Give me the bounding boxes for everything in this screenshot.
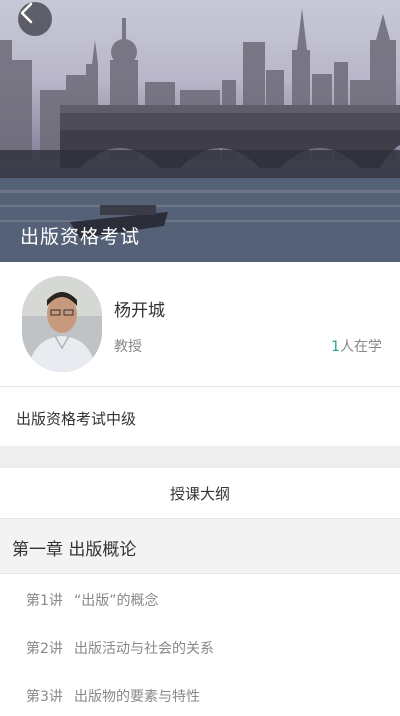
lecture-number: 第1讲: [26, 593, 63, 609]
back-button[interactable]: [18, 2, 52, 36]
teacher-title: 教授: [114, 339, 142, 355]
learner-count-label: 人在学: [340, 339, 382, 355]
lecture-title: 出版活动与社会的关系: [74, 641, 214, 657]
syllabus-heading: 授课大纲: [0, 468, 400, 519]
chapter-title: 第一章 出版概论: [12, 540, 137, 560]
lecture-item[interactable]: 第2讲 出版活动与社会的关系: [0, 628, 400, 668]
lecture-number: 第3讲: [26, 689, 63, 705]
teacher-card[interactable]: 杨开城 教授 1人在学: [0, 262, 400, 387]
course-name: 出版资格考试中级: [16, 410, 137, 428]
learner-count-number: 1: [331, 339, 340, 355]
chapter-header[interactable]: 第一章 出版概论: [0, 519, 400, 574]
learner-count: 1人在学: [331, 336, 382, 356]
page-title: 出版资格考试: [20, 226, 141, 248]
chevron-left-icon: [20, 2, 33, 24]
lecture-item[interactable]: 第1讲 “出版”的概念: [0, 580, 400, 620]
teacher-avatar: [22, 276, 102, 372]
course-banner: 出版资格考试: [0, 0, 400, 262]
section-divider: [0, 446, 400, 468]
lecture-item[interactable]: 第3讲 出版物的要素与特性: [0, 676, 400, 716]
lecture-title: “出版”的概念: [74, 593, 159, 609]
lecture-title: 出版物的要素与特性: [74, 689, 200, 705]
teacher-name: 杨开城: [114, 301, 165, 321]
lecture-number: 第2讲: [26, 641, 63, 657]
